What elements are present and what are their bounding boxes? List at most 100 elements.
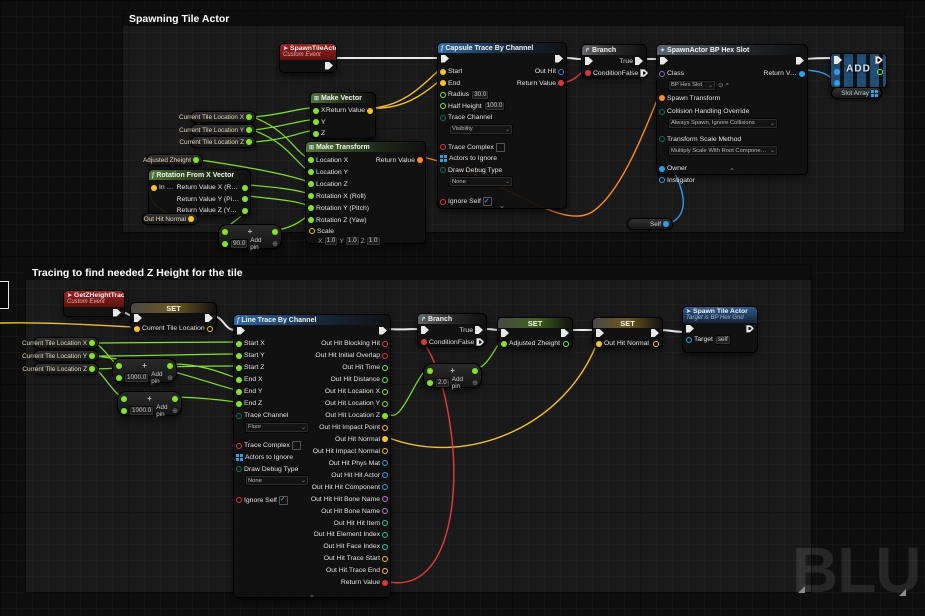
- var-get-current-tile-location-y[interactable]: Current Tile Location Y: [190, 124, 256, 136]
- exec-in-pin[interactable]: [237, 327, 245, 335]
- exec-in-pin[interactable]: [686, 325, 694, 333]
- rotation-x-roll--pin[interactable]: [308, 193, 314, 199]
- vector-out-pin[interactable]: [653, 341, 659, 347]
- expand-chevron-icon[interactable]: ⌄: [499, 202, 506, 209]
- return-value-y-pitch--pin[interactable]: [242, 196, 248, 202]
- float-pin[interactable]: [89, 353, 95, 359]
- exec-in-pin[interactable]: [441, 55, 449, 63]
- vector-in-pin[interactable]: [596, 341, 602, 347]
- node-set-current-tile-location[interactable]: SET Current Tile Location: [130, 302, 217, 330]
- actors-to-ignore-pin[interactable]: [440, 155, 447, 162]
- float-out-pin[interactable]: [472, 368, 478, 374]
- start-pin[interactable]: [440, 69, 446, 75]
- scale-z-value[interactable]: 1.0: [366, 236, 381, 246]
- scale-x-value[interactable]: 1.0: [324, 236, 339, 246]
- out-hit-face-index-pin[interactable]: [382, 544, 388, 550]
- out-hit-hit-component-pin[interactable]: [382, 484, 388, 490]
- true-exec-pin[interactable]: [635, 57, 643, 65]
- trace-channel-dropdown[interactable]: Floor⌄: [245, 422, 309, 433]
- value-box[interactable]: 2.0: [435, 378, 450, 388]
- out-hit-impact-normal-pin[interactable]: [382, 448, 388, 454]
- trace-complex-checkbox[interactable]: [292, 441, 301, 450]
- target-value-box[interactable]: self: [715, 335, 731, 345]
- return-value-z-yaw--pin[interactable]: [242, 208, 248, 214]
- exec-in-pin[interactable]: [585, 57, 593, 65]
- node-add-float-1000-a[interactable]: + 1000.0 Add pin ⊕: [112, 358, 177, 383]
- expand-chevron-icon[interactable]: ⌄: [309, 591, 316, 598]
- exec-out-pin[interactable]: [561, 329, 569, 337]
- float-in-pin[interactable]: [116, 375, 122, 381]
- node-capsule-trace-by-channel[interactable]: f Capsule Trace By Channel StartEndRadiu…: [437, 42, 567, 209]
- add-pin-icon[interactable]: ⊕: [472, 379, 478, 387]
- exec-out-pin[interactable]: [205, 314, 213, 322]
- exec-in-pin[interactable]: [596, 329, 604, 337]
- node-make-transform[interactable]: ⊞ Make Transform Location XLocation YLoc…: [305, 141, 426, 244]
- out-hit-hit-actor-pin[interactable]: [382, 472, 388, 478]
- out-hit-distance-pin[interactable]: [382, 377, 388, 383]
- true-exec-pin[interactable]: [475, 326, 483, 334]
- out-hit-location-y-pin[interactable]: [382, 401, 388, 407]
- float-in-pin[interactable]: [222, 241, 228, 247]
- add-pin-icon[interactable]: ⊕: [272, 240, 278, 248]
- start-z-pin[interactable]: [236, 365, 242, 371]
- node-set-out-hit-normal[interactable]: SET Out Hit Normal: [592, 317, 663, 348]
- exec-out-pin[interactable]: [379, 327, 387, 335]
- object-pin[interactable]: [663, 221, 669, 227]
- var-get-current-tile-location-z[interactable]: Current Tile Location Z: [190, 136, 256, 148]
- instigator-pin[interactable]: [659, 177, 665, 183]
- trace-complex-pin[interactable]: [236, 443, 242, 449]
- ignore-self-pin[interactable]: [236, 497, 242, 503]
- float-pin[interactable]: [193, 157, 199, 163]
- value-box[interactable]: 90.0: [230, 239, 248, 249]
- exec-in-pin[interactable]: [660, 57, 668, 65]
- exec-out-pin[interactable]: [555, 55, 563, 63]
- return-value-pin[interactable]: [382, 580, 388, 586]
- scale-pin[interactable]: [309, 228, 315, 234]
- trace-complex-checkbox[interactable]: [496, 143, 505, 152]
- use-selected-icon[interactable]: ⊙: [718, 81, 723, 89]
- out-hit-trace-start-pin[interactable]: [382, 556, 388, 562]
- out-hit-impact-point-pin[interactable]: [382, 425, 388, 431]
- return-value-pin[interactable]: [417, 157, 423, 163]
- collapse-chevron-icon[interactable]: ⌃: [729, 168, 736, 175]
- half-height-pin[interactable]: [440, 103, 446, 109]
- float-out-pin[interactable]: [172, 396, 178, 402]
- float-in-pin[interactable]: [427, 380, 433, 386]
- var-get-slot-array[interactable]: Slot Array: [831, 87, 882, 99]
- target-pin[interactable]: [686, 337, 692, 343]
- out-hit-normal-pin[interactable]: [382, 436, 388, 442]
- out-hit-pin[interactable]: [558, 69, 564, 75]
- float-pin[interactable]: [89, 340, 95, 346]
- start-y-pin[interactable]: [236, 353, 242, 359]
- vector-pin[interactable]: [188, 216, 194, 222]
- end-z-pin[interactable]: [236, 401, 242, 407]
- transform-scale-method-pin[interactable]: [659, 136, 665, 142]
- float-in-pin[interactable]: [116, 363, 122, 369]
- ignore-self-pin[interactable]: [440, 199, 446, 205]
- actors-to-ignore-pin[interactable]: [236, 454, 243, 461]
- collision-handling-override-pin[interactable]: [659, 109, 665, 115]
- float-pin[interactable]: [246, 127, 252, 133]
- node-branch-bottom[interactable]: ↱ Branch True Condition False: [417, 313, 487, 347]
- node-set-adjusted-zheight[interactable]: SET Adjusted Zheight: [497, 317, 573, 348]
- float-out-pin[interactable]: [167, 363, 173, 369]
- return-value-x-roll--pin[interactable]: [242, 185, 248, 191]
- end-pin[interactable]: [440, 80, 446, 86]
- node-spawnactor-bp-hex-slot[interactable]: ✦ SpawnActor BP Hex Slot ClassBP Hex Slo…: [656, 44, 808, 175]
- exec-out-pin[interactable]: [651, 329, 659, 337]
- out-hit-initial-overlap-pin[interactable]: [382, 353, 388, 359]
- node-branch-top[interactable]: ↱ Branch True Condition False: [581, 44, 647, 78]
- float-in-pin[interactable]: [121, 396, 127, 402]
- out-hit-location-z-pin[interactable]: [382, 413, 388, 419]
- index-out-pin[interactable]: [877, 69, 883, 75]
- out-hit-location-x-pin[interactable]: [382, 389, 388, 395]
- out-hit-phys-mat-pin[interactable]: [382, 460, 388, 466]
- condition-pin[interactable]: [585, 70, 591, 76]
- node-line-trace-by-channel[interactable]: f Line Trace By Channel Start XStart YSt…: [233, 314, 391, 598]
- var-get-current-tile-location-x[interactable]: Current Tile Location X: [33, 337, 99, 349]
- comment-title[interactable]: Tracing to find needed Z Height for the …: [26, 265, 811, 280]
- location-z-pin[interactable]: [308, 181, 314, 187]
- value-box[interactable]: 1000.0: [129, 406, 154, 416]
- out-hit-hit-item-pin[interactable]: [382, 520, 388, 526]
- half-height-value[interactable]: 100.0: [484, 101, 506, 111]
